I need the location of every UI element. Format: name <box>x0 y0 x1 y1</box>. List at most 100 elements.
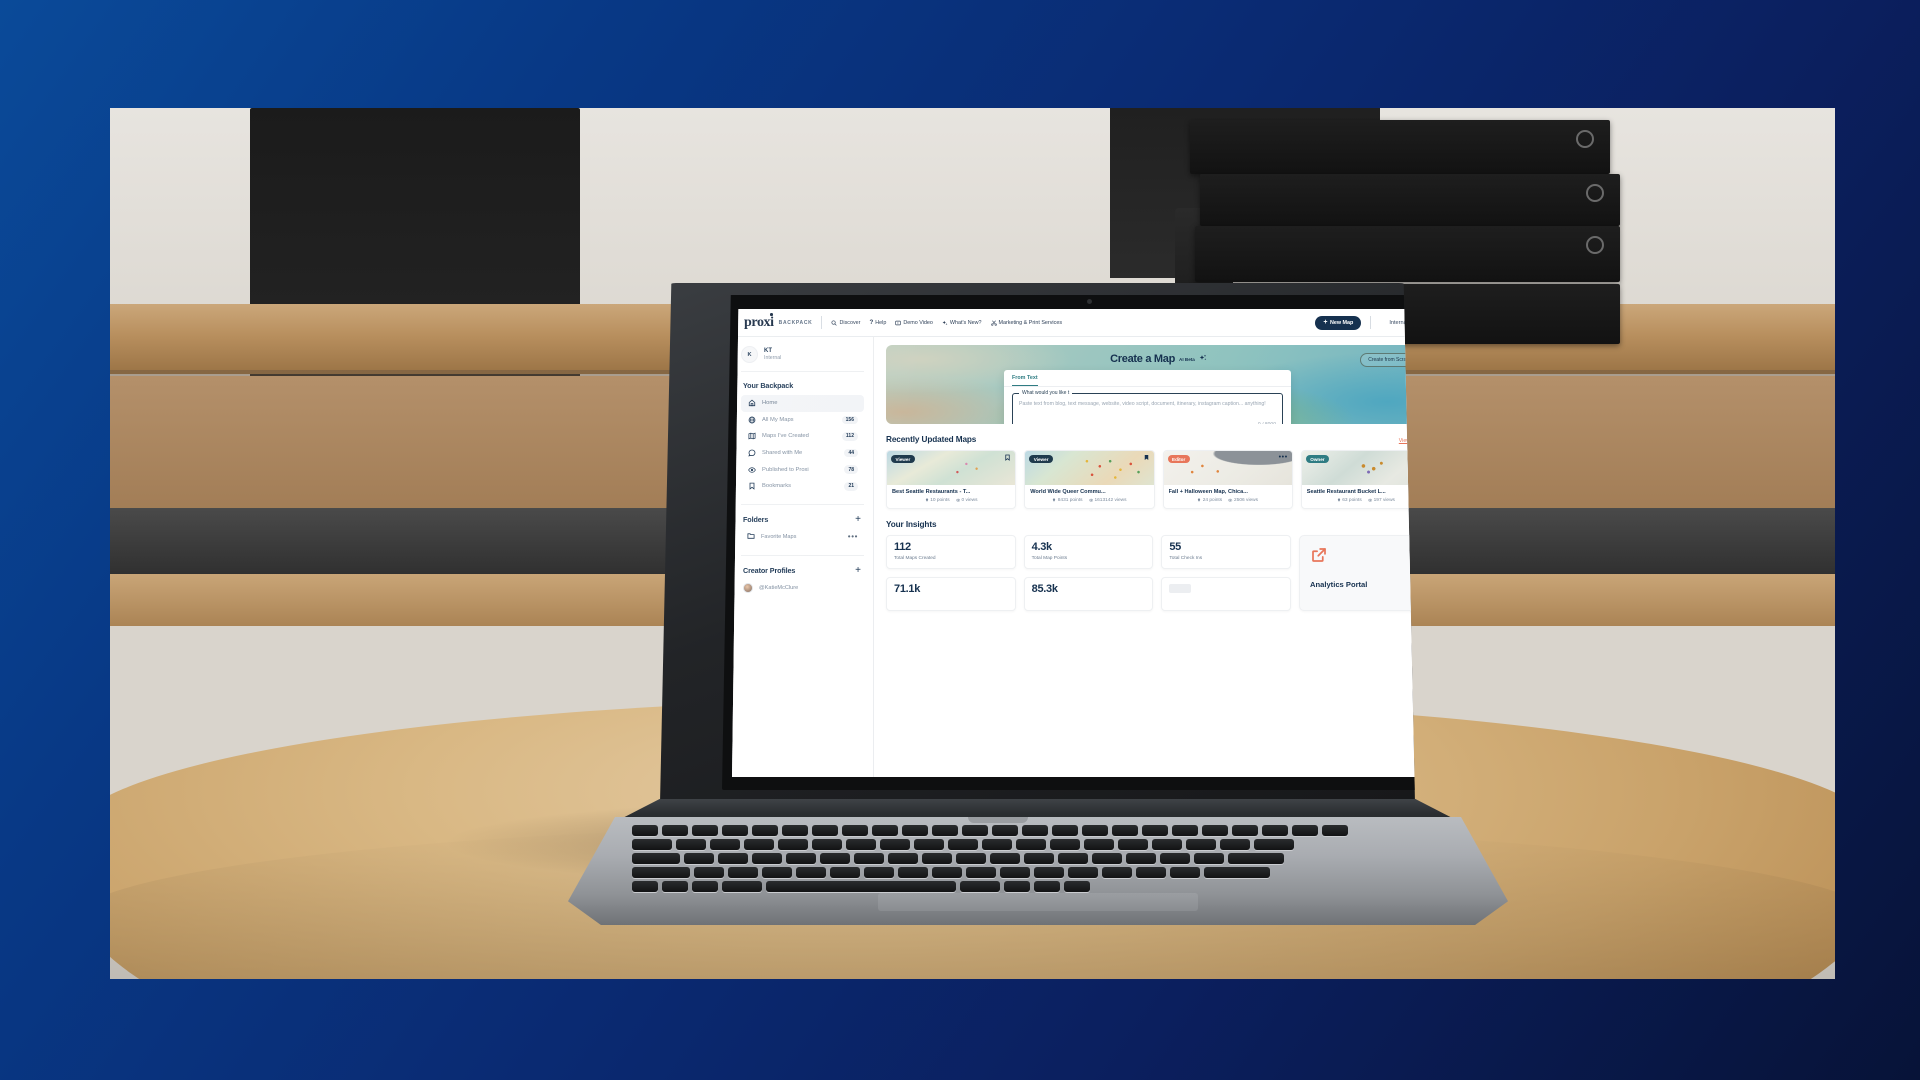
proxi-logo-text: proxi <box>744 314 774 330</box>
eye-icon <box>747 465 756 474</box>
view-all-maps-link[interactable]: View All Maps <box>1399 438 1415 444</box>
sidebar-item-home-label: Home <box>762 400 778 407</box>
sidebar-item-shared-with-me[interactable]: Shared with Me 44 <box>741 445 864 462</box>
map-card[interactable]: Owner ••• Seattle Restaurant Bucket L...… <box>1300 450 1426 509</box>
map-card-body: Best Seattle Restaurants - T... 10 point… <box>887 485 1015 508</box>
map-card-stats: 10 points 0 views <box>892 498 1010 503</box>
nav-demo-video[interactable]: Demo Video <box>895 320 933 326</box>
plus-icon: + <box>1323 319 1328 326</box>
map-points: 10 points <box>925 498 950 503</box>
insights-header: Your Insights <box>886 520 1415 529</box>
bookmark-filled-icon[interactable] <box>1143 454 1150 463</box>
sidebar-item-maps-ive-created-count: 112 <box>841 432 858 441</box>
insights-section: 112 Total Maps Created 4.3k Total Map Po… <box>886 534 1415 611</box>
sidebar-item-home[interactable]: Home <box>741 395 864 412</box>
nav-discover-label: Discover <box>839 319 861 326</box>
map-thumbnail: Viewer <box>1025 451 1154 485</box>
prompt-field-label: What would you like t <box>1019 389 1073 396</box>
app-body: K KT Internal Your Backpack Home All My … <box>732 337 1426 777</box>
map-role-badge: Viewer <box>891 455 915 464</box>
nav-whats-new-label: What's New? <box>949 319 982 326</box>
nav-whats-new[interactable]: What's New? <box>942 320 982 326</box>
map-card-title: Fall + Halloween Map, Chica... <box>1168 489 1248 495</box>
sidebar-item-bookmarks[interactable]: Bookmarks 21 <box>741 478 864 495</box>
sidebar-item-maps-ive-created[interactable]: Maps I've Created 112 <box>741 428 864 445</box>
sidebar-divider-1 <box>741 503 864 505</box>
keyboard-row <box>632 825 1348 836</box>
stat-loading-placeholder <box>1169 583 1192 593</box>
creators-title: Creator Profiles <box>743 566 796 576</box>
sidebar: K KT Internal Your Backpack Home All My … <box>732 337 874 777</box>
map-views: 1613142 views <box>1088 498 1126 503</box>
sparkle-icon <box>1199 354 1207 364</box>
analytics-portal-title: Analytics Portal <box>1310 579 1368 589</box>
sidebar-item-published-to-proxi-count: 78 <box>844 465 858 475</box>
map-card-title: Seattle Restaurant Bucket L... <box>1306 489 1386 495</box>
laptop-device: proxi BACKPACK Discover ? Help Demo Vide… <box>568 283 1508 925</box>
main-content: Create a Map AI Beta Create from Scratch <box>874 337 1426 777</box>
prompt-input[interactable]: Paste text from blog, text message, webs… <box>1019 400 1274 410</box>
folder-more-icon[interactable]: ••• <box>848 532 858 540</box>
workspace-label[interactable]: Internal <box>1389 320 1408 326</box>
avatar[interactable]: K <box>1417 316 1431 330</box>
map-card-body: Fall + Halloween Map, Chica... 24 points… <box>1164 485 1292 508</box>
creator-item[interactable]: @KatieMcClure <box>741 580 864 596</box>
profile-role: Internal <box>764 355 782 361</box>
more-icon[interactable]: ••• <box>1279 454 1288 461</box>
proxi-logo[interactable]: proxi <box>744 313 774 330</box>
map-card-stats: 8431 points 1613142 views <box>1030 498 1148 503</box>
map-points: 63 points <box>1337 498 1362 503</box>
book-ring <box>1586 236 1604 254</box>
map-card[interactable]: Editor ••• Fall + Halloween Map, Chica..… <box>1162 450 1293 509</box>
hero-title-row: Create a Map AI Beta <box>886 345 1415 365</box>
tab-from-text[interactable]: From Text <box>1012 375 1038 386</box>
trackpad <box>878 893 1198 911</box>
sidebar-item-maps-ive-created-label: Maps I've Created <box>762 433 809 440</box>
sidebar-item-published-to-proxi-label: Published to Proxi <box>762 466 809 473</box>
map-card-stats: 24 points 2506 views <box>1169 498 1287 503</box>
laptop-screen: proxi BACKPACK Discover ? Help Demo Vide… <box>732 309 1431 777</box>
sidebar-item-bookmarks-count: 21 <box>844 481 858 491</box>
scissors-icon <box>990 319 997 326</box>
folders-header: Folders + <box>743 514 864 525</box>
stat-value: 112 <box>894 540 911 553</box>
bookmark-outline-icon[interactable] <box>1004 454 1011 463</box>
analytics-portal-card[interactable]: Analytics Portal <box>1299 534 1415 611</box>
keyboard <box>628 825 1448 892</box>
map-role-badge: Editor <box>1167 455 1190 464</box>
creator-item-label: @KatieMcClure <box>759 584 799 591</box>
profile-name: KT <box>764 347 772 354</box>
nav-help[interactable]: ? Help <box>869 319 886 326</box>
sidebar-profile[interactable]: K KT Internal <box>741 346 864 372</box>
sidebar-item-all-my-maps-label: All My Maps <box>762 416 794 423</box>
sidebar-item-all-my-maps[interactable]: All My Maps 156 <box>741 412 864 429</box>
nav-demo-video-label: Demo Video <box>903 319 933 326</box>
map-card[interactable]: Viewer Best Seattle Restaurants - T... 1… <box>886 450 1017 509</box>
more-icon[interactable]: ••• <box>1417 456 1426 460</box>
stat-card <box>1161 576 1291 611</box>
nav-discover[interactable]: Discover <box>831 320 860 326</box>
new-map-button[interactable]: + New Map <box>1315 315 1362 330</box>
nav-help-label: Help <box>875 319 887 326</box>
book-stack-item <box>1200 174 1620 226</box>
nav-marketing-print[interactable]: Marketing & Print Services <box>990 319 1062 326</box>
ai-panel-tabs: From Text <box>1004 370 1291 387</box>
map-card-title: World Wide Queer Commu... <box>1030 489 1106 495</box>
sidebar-item-bookmarks-label: Bookmarks <box>762 483 791 490</box>
add-creator-button[interactable]: + <box>855 565 864 576</box>
profile-text: KT Internal <box>764 348 781 362</box>
creator-avatar <box>743 582 753 593</box>
lid-notch <box>968 817 1028 823</box>
sidebar-item-published-to-proxi[interactable]: Published to Proxi 78 <box>741 461 864 478</box>
sidebar-item-all-my-maps-count: 156 <box>841 415 858 425</box>
header-divider-right <box>1370 316 1372 329</box>
map-card[interactable]: Viewer World Wide Queer Commu... 8431 po… <box>1024 450 1155 509</box>
bookmark-icon <box>747 482 756 491</box>
create-from-scratch-button[interactable]: Create from Scratch <box>1360 353 1415 367</box>
prompt-field-wrapper[interactable]: What would you like t Paste text from bl… <box>1012 389 1283 424</box>
external-link-icon <box>1310 547 1328 566</box>
stat-label: Total Maps Created <box>894 556 936 562</box>
add-folder-button[interactable]: + <box>855 514 864 525</box>
map-thumbnail: Owner ••• <box>1301 451 1426 485</box>
folder-item-favorite-maps[interactable]: Favorite Maps ••• <box>741 529 864 546</box>
